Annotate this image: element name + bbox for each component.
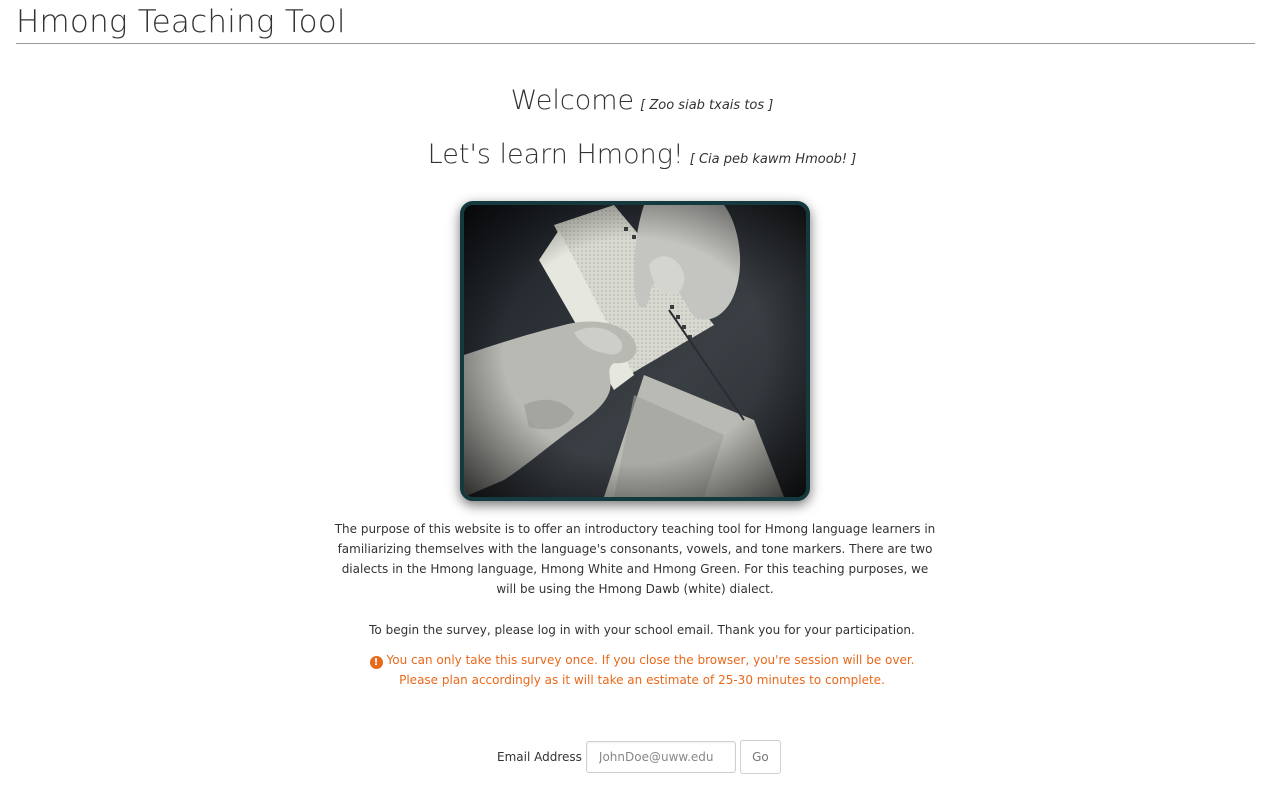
hands-embroidery-photo xyxy=(464,205,806,497)
warning-text-1: You can only take this survey once. If y… xyxy=(386,653,915,667)
email-input[interactable] xyxy=(585,741,736,773)
login-instructions: To begin the survey, please log in with … xyxy=(369,623,915,637)
welcome-text: Welcome xyxy=(510,85,635,116)
login-form: Email Address Go xyxy=(497,740,781,774)
email-label: Email Address xyxy=(497,750,582,764)
go-button[interactable]: Go xyxy=(739,740,781,774)
survey-warning: ! You can only take this survey once. If … xyxy=(0,650,1284,690)
learn-text: Let's learn Hmong! xyxy=(427,139,684,170)
learn-heading: Let's learn Hmong! [ Cia peb kawm Hmoob! … xyxy=(0,138,1284,177)
intro-paragraph: The purpose of this website is to offer … xyxy=(334,522,936,596)
welcome-heading: Welcome [ Zoo siab txais tos ] xyxy=(0,84,1284,123)
site-title: Hmong Teaching Tool xyxy=(16,4,346,40)
warning-line-1: ! You can only take this survey once. If … xyxy=(0,650,1284,670)
hero-image xyxy=(460,201,810,501)
welcome-translation: [ Zoo siab txais tos ] xyxy=(640,98,774,113)
warning-line-2: Please plan accordingly as it will take … xyxy=(399,673,885,687)
learn-translation: [ Cia peb kawm Hmoob! ] xyxy=(689,152,857,167)
site-header: Hmong Teaching Tool xyxy=(16,0,1255,44)
exclamation-circle-icon: ! xyxy=(369,656,383,669)
